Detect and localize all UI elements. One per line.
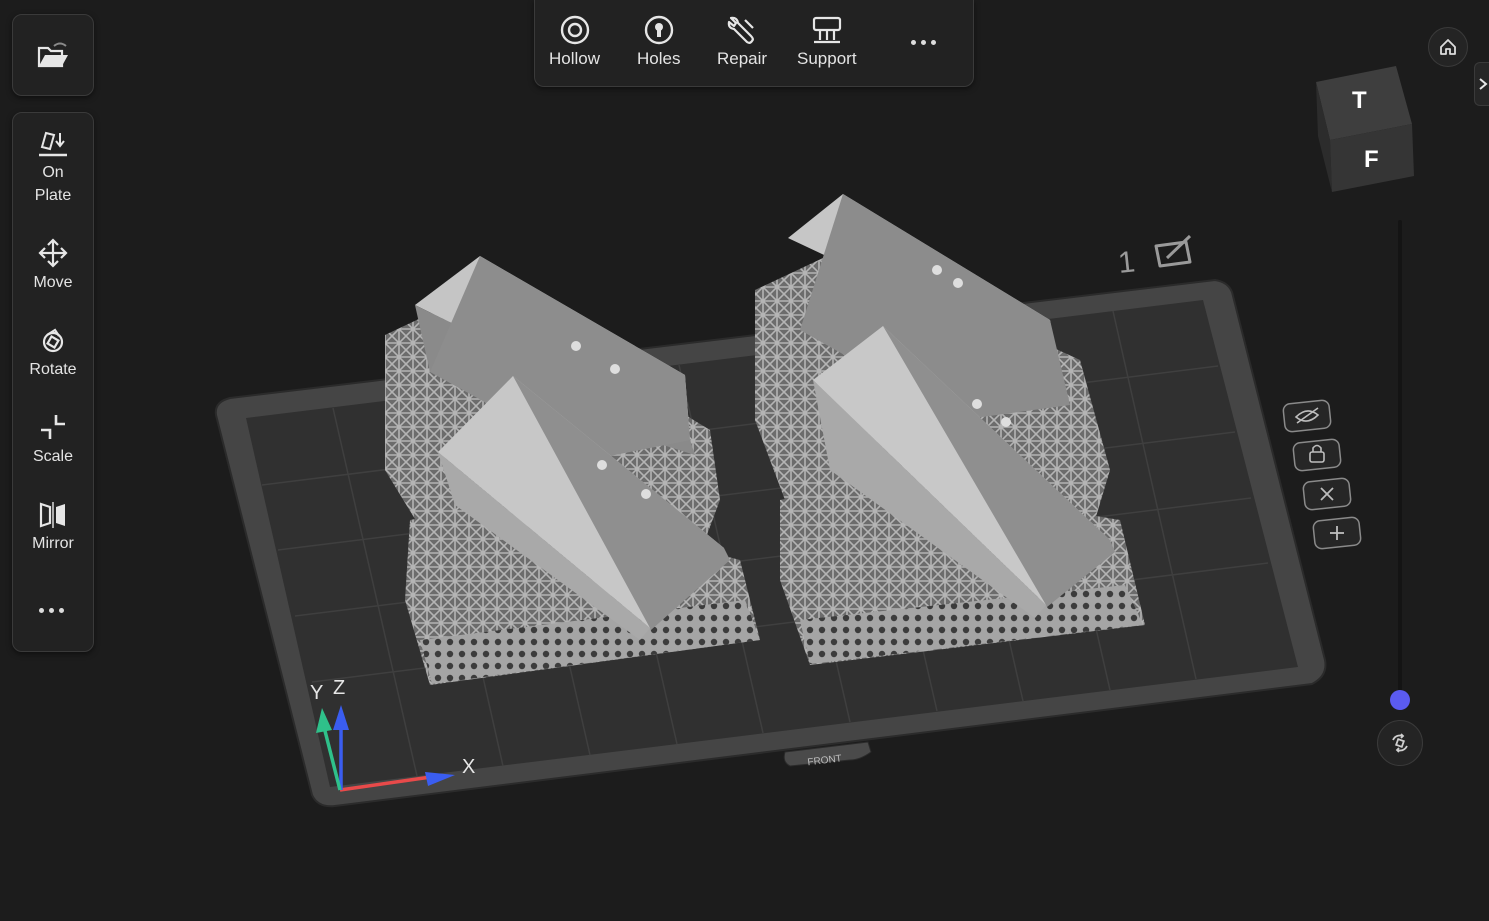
open-file-button[interactable] [12,14,94,96]
repair-button[interactable]: Repair [717,14,767,70]
mirror-label: Mirror [32,535,74,552]
lock-model-button[interactable] [1292,438,1342,472]
hollow-button[interactable]: Hollow [549,14,600,70]
hollow-icon [560,15,589,45]
wrench-icon [727,16,754,44]
layer-slider-track[interactable] [1398,220,1402,700]
plate-edit-icon[interactable] [1154,234,1192,268]
3d-viewport[interactable]: FRONT 1 X Y Z T F [0,0,1489,921]
home-icon [1440,39,1456,55]
holes-button[interactable]: Holes [637,14,680,70]
delete-model-button[interactable] [1302,477,1352,511]
hide-model-button[interactable] [1282,399,1332,433]
support-button[interactable]: Support [797,14,857,70]
axis-y-label: Y [310,682,323,704]
plate-number: 1 [1117,245,1137,280]
top-toolbar: Hollow Holes Repair Support [534,0,974,87]
support-icon [812,16,841,44]
model-group-right[interactable] [755,194,1145,665]
reset-view-button[interactable] [1377,720,1423,766]
repair-label: Repair [717,49,768,68]
move-button[interactable]: Move [13,237,93,294]
on-plate-button[interactable]: On Plate [13,127,93,207]
scale-icon [41,415,65,439]
folder-open-icon [37,42,68,68]
rotate-button[interactable]: Rotate [13,324,93,381]
left-more-button[interactable] [39,608,64,613]
mirror-icon [39,502,65,528]
top-more-button[interactable] [911,40,936,45]
support-label: Support [797,49,857,68]
holes-icon [644,15,673,45]
move-label: Move [33,274,73,291]
on-plate-label-1: On [42,164,64,181]
on-plate-label-2: Plate [34,187,72,204]
layer-slider-thumb[interactable] [1390,690,1410,710]
mirror-button[interactable]: Mirror [13,498,93,555]
scale-label: Scale [32,448,74,465]
axis-x-label: X [462,756,475,778]
view-cube-top-face: T [1352,87,1367,114]
axis-z-label: Z [333,677,345,699]
view-cube[interactable]: T F [1316,66,1414,192]
rotate-view-icon [1392,733,1408,753]
scale-button[interactable]: Scale [13,411,93,468]
home-view-button[interactable] [1428,27,1468,67]
hollow-label: Hollow [549,49,601,68]
rotate-icon [42,328,64,353]
holes-label: Holes [637,49,681,68]
on-plate-icon [39,131,67,157]
view-cube-front-face: F [1364,146,1379,173]
rotate-label: Rotate [29,361,77,378]
left-toolbar: On Plate Move Rotate Scale Mirror [12,112,94,652]
model-group-left[interactable] [385,256,760,685]
expand-right-panel-button[interactable] [1474,62,1489,106]
move-icon [38,238,68,268]
chevron-right-icon [1478,78,1488,90]
add-model-button[interactable] [1312,516,1362,550]
